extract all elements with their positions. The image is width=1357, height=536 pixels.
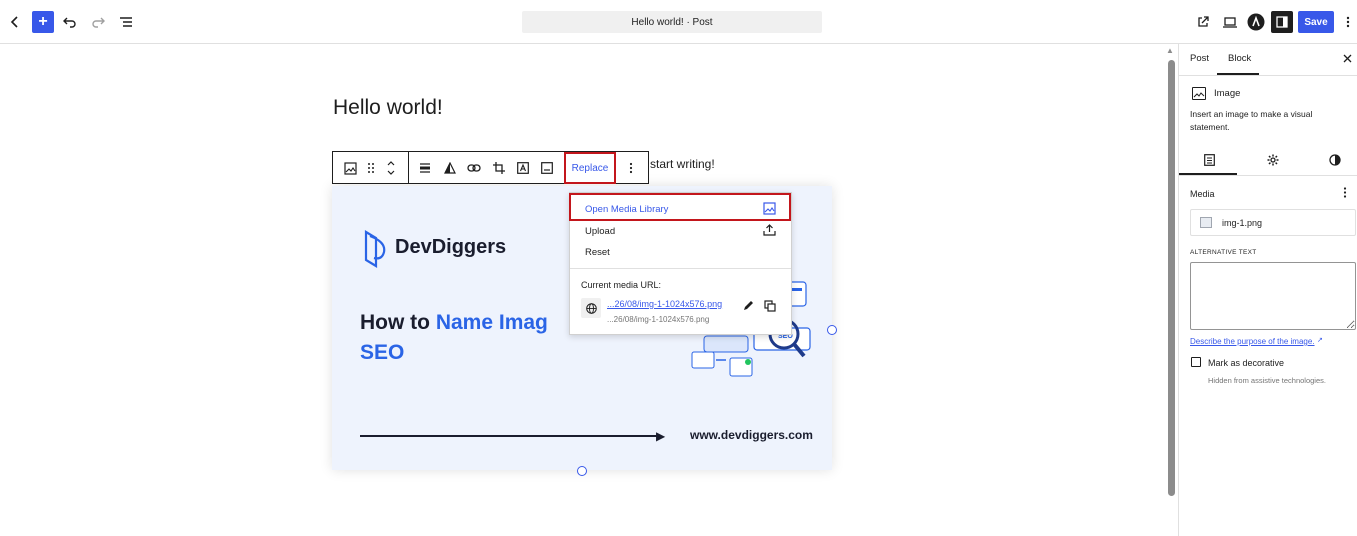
advanced-settings-gear-icon[interactable] <box>1267 154 1279 169</box>
alt-text-label: ALTERNATIVE TEXT <box>1190 249 1257 256</box>
alt-text-help-link[interactable]: Describe the purpose of the image. <box>1190 337 1315 346</box>
image-resize-handle-right[interactable] <box>827 325 837 335</box>
block-card-description: Insert an image to make a visual stateme… <box>1190 109 1313 132</box>
replace-button-label: Replace <box>571 162 609 174</box>
image-arrow-line <box>360 435 660 437</box>
add-block-button[interactable]: + <box>32 11 54 33</box>
drag-handle-icon[interactable] <box>363 160 379 176</box>
save-button-label: Save <box>1304 16 1328 28</box>
globe-icon <box>581 298 601 318</box>
paragraph-block[interactable]: start writing! <box>650 157 715 171</box>
media-section-label: Media <box>1190 189 1215 199</box>
save-button[interactable]: Save <box>1298 11 1334 33</box>
tab-post[interactable]: Post <box>1190 53 1209 64</box>
link-icon[interactable] <box>466 160 482 176</box>
redo-icon[interactable] <box>87 11 109 33</box>
scroll-up-arrow-icon[interactable]: ▲ <box>1166 46 1174 55</box>
settings-tab-list-icon[interactable] <box>1204 154 1215 169</box>
close-sidebar-icon[interactable] <box>1343 52 1352 66</box>
subtabs-divider <box>1179 175 1357 176</box>
image-arrow-head-icon: ▶ <box>656 429 666 443</box>
options-more-icon[interactable] <box>1337 11 1357 33</box>
edit-url-pencil-icon[interactable] <box>743 300 754 314</box>
replace-button[interactable]: Replace <box>564 152 616 184</box>
settings-sidebar: Post Block Image Insert an image to make… <box>1178 44 1357 536</box>
document-overview-icon[interactable] <box>115 11 137 33</box>
external-link-icon[interactable]: ↗ <box>1317 336 1323 344</box>
media-thumbnail <box>1200 217 1212 228</box>
canvas-scrollbar-thumb[interactable] <box>1168 60 1175 496</box>
mark-as-decorative-help: Hidden from assistive technologies. <box>1208 376 1326 385</box>
current-media-url-label: Current media URL: <box>581 280 662 290</box>
more-options-icon[interactable] <box>623 160 639 176</box>
image-heading-line2: SEO <box>360 341 405 364</box>
device-preview-icon[interactable] <box>1219 11 1241 33</box>
settings-sidebar-toggle-icon[interactable] <box>1271 11 1293 33</box>
astra-logo-icon[interactable] <box>1245 11 1267 33</box>
image-brand-name: DevDiggers <box>395 236 507 258</box>
duotone-filter-icon[interactable] <box>442 160 458 176</box>
image-resize-handle-bottom[interactable] <box>577 466 587 476</box>
crop-icon[interactable] <box>491 160 507 176</box>
upload-menu-item[interactable]: Upload <box>585 226 615 237</box>
undo-icon[interactable] <box>59 11 81 33</box>
post-title[interactable]: Hello world! <box>333 96 443 120</box>
image-heading-part1: How to <box>360 311 436 334</box>
alt-text-field[interactable] <box>1190 262 1356 330</box>
document-title-bar[interactable]: Hello world! · Post <box>522 11 822 33</box>
image-heading-part2: Name Imag <box>435 311 548 334</box>
menu-divider <box>570 268 791 269</box>
media-more-options-icon[interactable] <box>1343 187 1347 201</box>
image-block-type-icon[interactable] <box>342 160 358 176</box>
editor-top-bar: + Hello world! · Post Save <box>0 0 1357 44</box>
align-icon[interactable] <box>417 160 433 176</box>
devdiggers-logo-icon <box>364 230 386 268</box>
document-title-text: Hello world! · Post <box>631 16 713 28</box>
tab-block[interactable]: Block <box>1228 53 1251 64</box>
image-block-icon <box>1192 87 1206 100</box>
upload-icon[interactable] <box>763 223 776 239</box>
current-media-url-path: ...26/08/img-1-1024x576.png <box>607 315 710 324</box>
media-file-item[interactable]: img-1.png <box>1190 209 1356 236</box>
tabs-divider <box>1179 75 1357 76</box>
text-overlay-icon[interactable] <box>515 160 531 176</box>
open-media-library-menu-item[interactable] <box>569 193 791 221</box>
mark-as-decorative-label[interactable]: Mark as decorative <box>1208 358 1284 368</box>
move-up-down-icon[interactable] <box>383 160 399 176</box>
copy-url-icon[interactable] <box>764 300 776 315</box>
image-website-text: www.devdiggers.com <box>690 428 813 442</box>
reset-menu-item[interactable]: Reset <box>585 247 610 258</box>
block-card-title: Image <box>1214 88 1241 99</box>
current-media-url-link[interactable]: ...26/08/img-1-1024x576.png <box>607 299 722 309</box>
mark-as-decorative-checkbox[interactable] <box>1191 357 1201 367</box>
toolbar-separator <box>408 152 409 183</box>
view-post-icon[interactable] <box>1192 11 1214 33</box>
styles-contrast-icon[interactable] <box>1329 154 1341 169</box>
media-filename: img-1.png <box>1222 218 1263 228</box>
back-chevron-icon[interactable] <box>4 11 26 33</box>
caption-icon[interactable] <box>539 160 555 176</box>
